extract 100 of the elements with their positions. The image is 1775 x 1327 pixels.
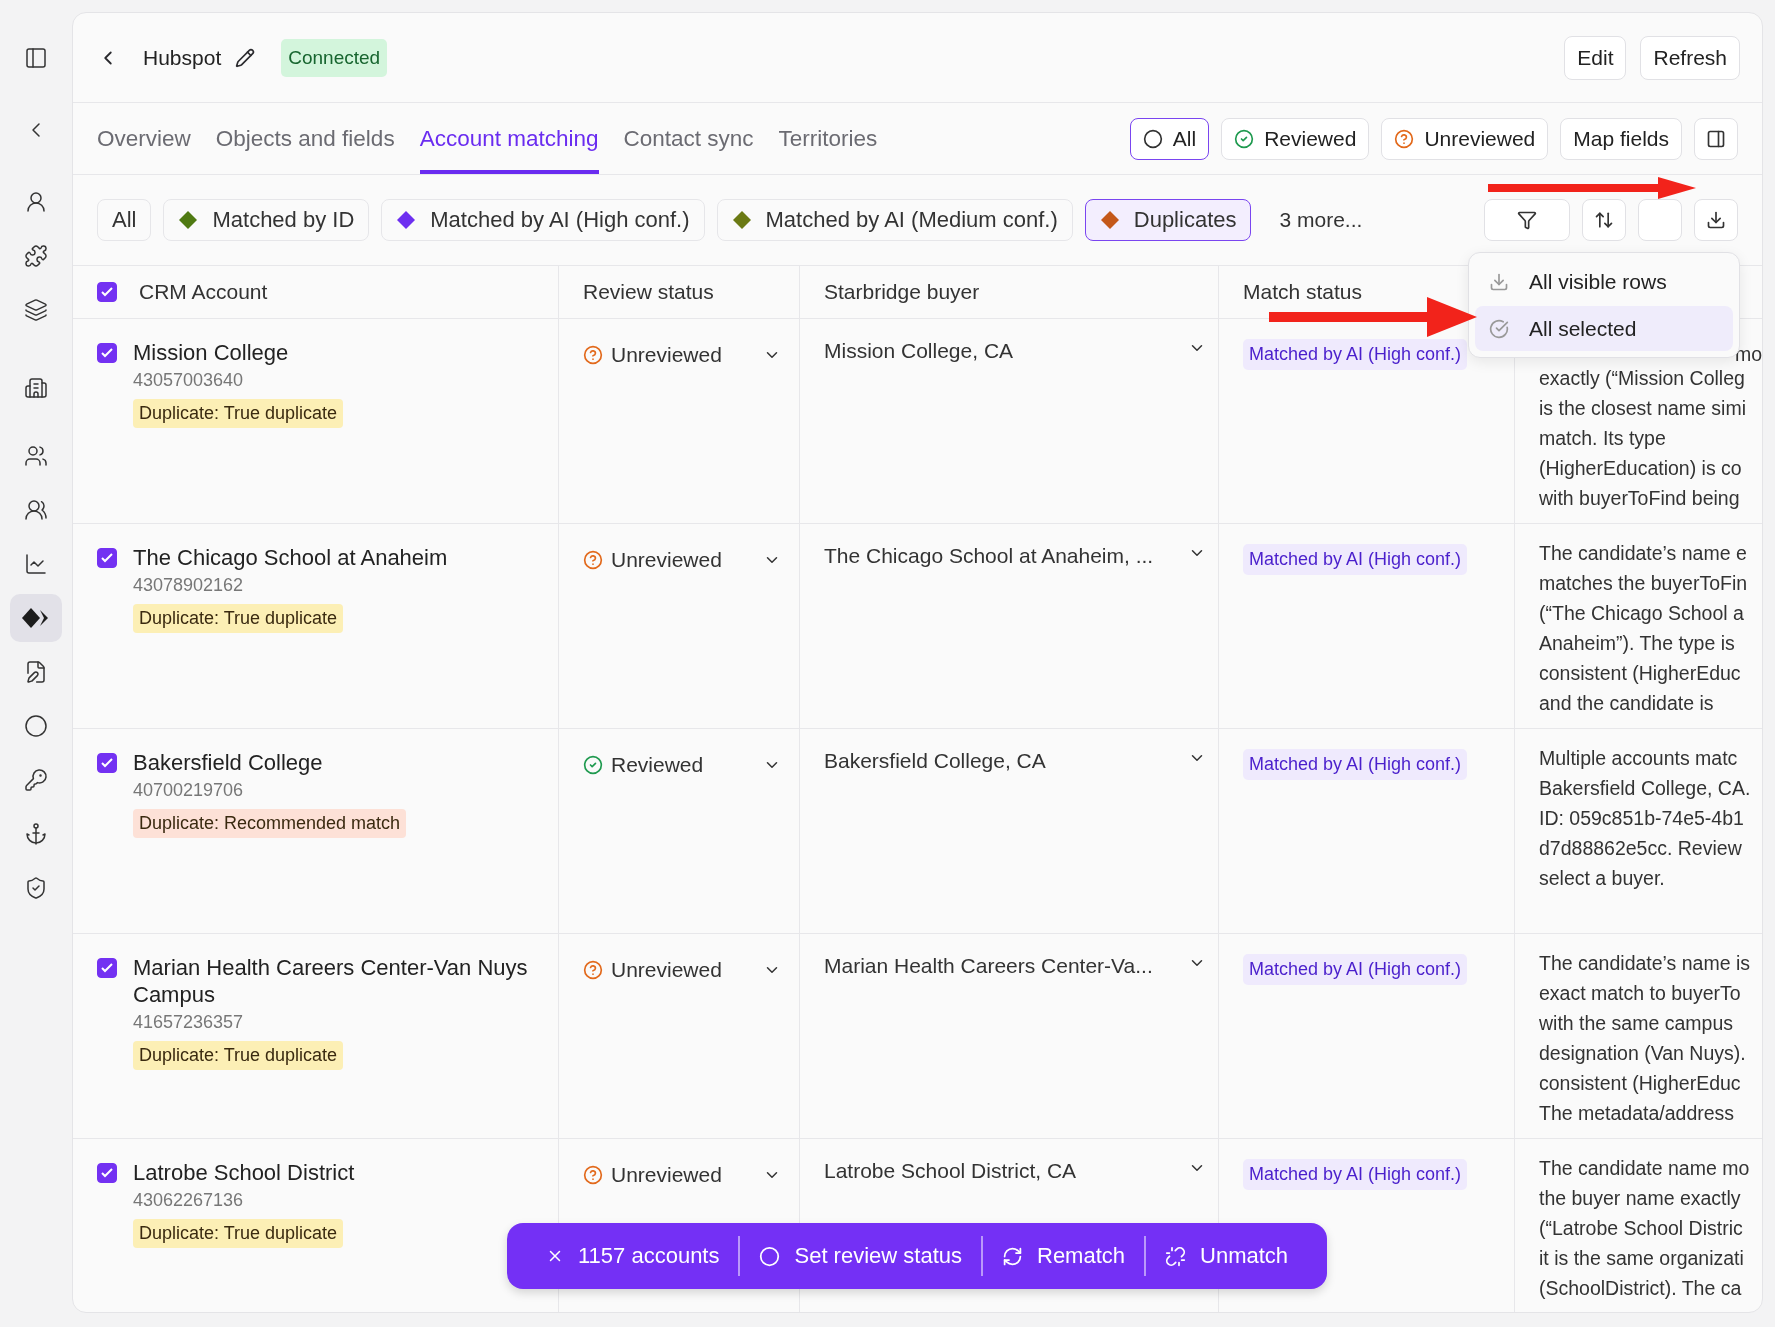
check-circle-icon [1489,318,1509,339]
column-header: Match status [1243,280,1363,304]
tab[interactable]: Account matching [419,103,599,174]
users-icon [24,444,48,468]
chart-icon [24,552,48,576]
account-name: Latrobe School District [133,1159,355,1186]
check-icon [100,961,114,975]
download-icon [1489,271,1509,292]
buyer-dropdown[interactable]: Mission College, CA [824,339,1206,363]
integration-title: Hubspot [143,45,222,70]
edit-button[interactable]: Edit [1564,35,1627,80]
download-button[interactable] [1694,199,1738,241]
duplicate-tag: Duplicate: True duplicate [133,1219,344,1248]
question-icon [1394,128,1415,149]
sidebar-item[interactable] [10,594,62,642]
reason-text: consistent (HigherEduc [1539,1071,1741,1096]
reason-text: the buyer name exactly [1539,1186,1741,1211]
filter-chip[interactable]: Matched by ID [163,199,370,241]
review-filter-button[interactable]: Unreviewed [1381,117,1549,160]
sort-button[interactable] [1582,199,1626,241]
account-id: 40700219706 [133,780,244,801]
reason-text: designation (Van Nuys). [1539,1041,1746,1066]
panel-button[interactable] [1694,117,1738,160]
question-icon [583,960,603,980]
filter-chip[interactable]: All [97,199,152,241]
refresh-icon [1002,1245,1023,1267]
building-icon [24,376,48,400]
map-fields-button[interactable]: Map fields [1560,117,1682,160]
reason-text: Anaheim”). The type is [1539,631,1735,656]
question-icon [583,1165,603,1185]
check-icon [100,346,114,360]
action-button[interactable]: Rematch [983,1243,1145,1269]
sort-icon [1594,210,1614,230]
filter-chip[interactable]: Duplicates [1084,199,1252,241]
filter-chip[interactable]: Matched by AI (High conf.) [381,199,705,241]
buyer-dropdown[interactable]: Bakersfield College, CA [824,749,1206,773]
clear-selection-button[interactable]: 1157 accounts [527,1243,739,1269]
reason-text: is the closest name simi [1539,396,1746,421]
account-name: Mission College [133,339,289,366]
row-checkbox[interactable] [97,1163,117,1183]
reason-text: it is the same organizati [1539,1246,1744,1271]
reason-text: consistent (HigherEduc [1539,661,1741,686]
review-filter-button[interactable]: All [1129,117,1210,160]
tab[interactable]: Contact sync [623,103,754,174]
tab[interactable]: Territories [778,103,878,174]
stack-icon [24,298,48,322]
user-icon [24,190,48,214]
reason-text: The metadata/address [1539,1101,1735,1126]
review-status-dropdown[interactable]: Reviewed [583,749,787,781]
review-status-dropdown[interactable]: Unreviewed [583,1159,787,1191]
review-filter-button[interactable]: Reviewed [1221,117,1370,160]
document-edit-icon [24,660,48,684]
reason-text: with the same campus [1539,1011,1733,1036]
account-id: 43057003640 [133,370,244,391]
buyer-dropdown[interactable]: Latrobe School District, CA [824,1159,1206,1183]
reason-text: exact match to buyerTo [1539,981,1741,1006]
row-checkbox[interactable] [97,753,117,773]
filter-button[interactable] [1484,199,1570,241]
select-all-checkbox[interactable] [97,282,117,302]
check-icon [100,756,114,770]
tab[interactable]: Objects and fields [215,103,395,174]
reason-text: match. Its type [1539,426,1666,451]
reason-text: (“Latrobe School Distric [1539,1216,1743,1241]
review-status-dropdown[interactable]: Unreviewed [583,954,787,986]
reason-text: (HigherEducation) is co [1539,456,1742,481]
pencil-icon[interactable] [235,47,256,68]
menu-item[interactable]: All selected [1475,306,1733,351]
circle-icon [24,714,48,738]
filter-chip[interactable]: Matched by AI (Medium conf.) [716,199,1073,241]
action-button[interactable]: Set review status [740,1243,981,1269]
reason-text: d7d88862e5cc. Review [1539,836,1742,861]
duplicate-tag: Duplicate: True duplicate [133,604,344,633]
panel-icon [24,46,48,70]
review-status-dropdown[interactable]: Unreviewed [583,339,787,371]
buyer-dropdown[interactable]: Marian Health Careers Center-Va... [824,954,1206,978]
status-badge: Connected [281,38,388,77]
diamonds-icon [21,607,51,629]
key-icon [24,768,48,792]
refresh-button[interactable]: Refresh [1640,35,1740,80]
row-checkbox[interactable] [97,343,117,363]
menu-item[interactable]: All visible rows [1475,259,1733,304]
reason-text: exactly (“Mission Colleg [1539,366,1745,391]
review-status-dropdown[interactable]: Unreviewed [583,544,787,576]
row-checkbox[interactable] [97,548,117,568]
buyer-dropdown[interactable]: The Chicago School at Anaheim, ... [824,544,1206,568]
reason-text: Bakersfield College, CA. [1539,776,1751,801]
reason-text: matches the buyerToFin [1539,571,1748,596]
row-checkbox[interactable] [97,958,117,978]
more-filters-link[interactable]: 3 more... [1273,207,1369,233]
panel-icon [1706,128,1726,149]
match-status-tag: Matched by AI (High conf.) [1243,544,1468,575]
reason-text: select a buyer. [1539,866,1665,891]
check-icon [100,551,114,565]
download-icon [1706,210,1726,230]
tab[interactable]: Overview [97,103,191,174]
reason-text: ID: 059c851b-74e5-4b1 [1539,806,1744,831]
reason-text: Multiple accounts matc [1539,746,1738,771]
reason-text: (“The Chicago School a [1539,601,1744,626]
action-button[interactable]: Unmatch [1146,1243,1308,1269]
duplicate-tag: Duplicate: True duplicate [133,1041,344,1070]
